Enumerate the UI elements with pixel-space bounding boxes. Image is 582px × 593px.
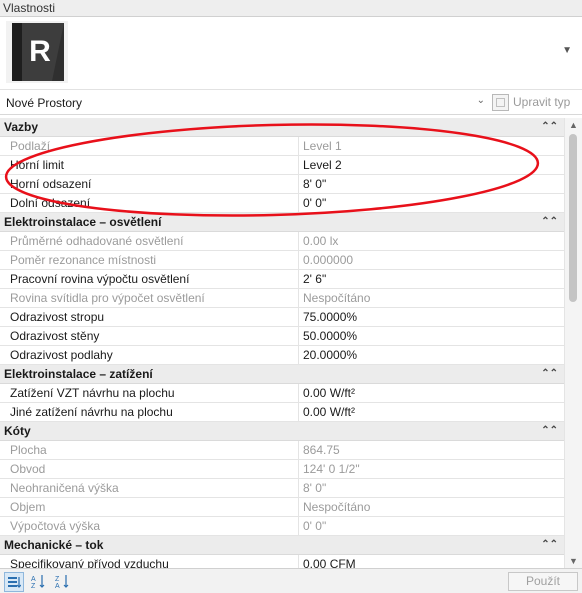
property-value: Level 1 <box>303 139 342 153</box>
property-value: 8' 0" <box>303 481 327 495</box>
type-preview-dropdown-icon[interactable]: ▼ <box>562 45 572 56</box>
property-name: Podlaží <box>0 137 299 155</box>
scroll-thumb[interactable] <box>569 134 577 302</box>
revit-logo-letter: R <box>29 35 51 68</box>
svg-text:A: A <box>55 583 60 588</box>
property-name: Průměrné odhadované osvětlení <box>0 232 299 250</box>
property-name: Plocha <box>0 441 299 459</box>
collapse-chevron-icon[interactable]: ⌃⌃ <box>541 422 558 440</box>
property-value: 124' 0 1/2" <box>303 462 360 476</box>
group-title: Vazby <box>4 120 39 134</box>
property-row[interactable]: Neohraničená výška 8' 0" <box>0 479 564 498</box>
property-value[interactable]: 8' 0" <box>299 175 326 193</box>
edit-type-label: Upravit typ <box>513 95 571 109</box>
property-row[interactable]: Obvod 124' 0 1/2" <box>0 460 564 479</box>
property-value[interactable]: Level 2 <box>299 156 342 174</box>
panel-title-bar: Vlastnosti <box>0 0 582 17</box>
property-row[interactable]: Odrazivost stropu 75.0000% <box>0 308 564 327</box>
svg-text:Z: Z <box>55 576 60 583</box>
group-title: Mechanické – tok <box>4 538 104 552</box>
property-row[interactable]: Rovina svítidla pro výpočet osvětlení Nes… <box>0 289 564 308</box>
type-selector-dropdown[interactable]: Nové Prostory ⌄ <box>2 91 488 114</box>
property-row[interactable]: Výpočtová výška 0' 0" <box>0 517 564 536</box>
property-name: Odrazivost podlahy <box>0 346 299 364</box>
property-row[interactable]: Jiné zatížení návrhu na plochu 0.00 W/ft² <box>0 403 564 422</box>
property-name: Obvod <box>0 460 299 478</box>
svg-text:A: A <box>31 576 36 583</box>
property-row[interactable]: Horní odsazení 8' 0" <box>0 175 564 194</box>
properties-grid: Vazby ⌃⌃ Podlaží Level 1 Horní limit Level 2H… <box>0 118 564 568</box>
property-value: 864.75 <box>303 443 340 457</box>
property-row[interactable]: Objem Nespočítáno <box>0 498 564 517</box>
property-value[interactable]: 0.00 CFM <box>299 555 356 568</box>
property-value[interactable]: 0.00 W/ft² <box>299 403 355 421</box>
edit-type-button[interactable]: Upravit typ <box>492 92 578 112</box>
property-value[interactable]: 75.0000% <box>299 308 357 326</box>
property-row[interactable]: Horní limit Level 2 <box>0 156 564 175</box>
property-value[interactable]: 50.0000% <box>299 327 357 345</box>
property-row[interactable]: Zatížení VZT návrhu na plochu 0.00 W/ft² <box>0 384 564 403</box>
scroll-down-icon[interactable]: ▼ <box>569 556 578 566</box>
collapse-chevron-icon[interactable]: ⌃⌃ <box>541 118 558 136</box>
properties-toolbar: AZ ZA Použít <box>0 568 582 593</box>
property-name: Výpočtová výška <box>0 517 299 535</box>
revit-logo-icon: R <box>6 21 68 83</box>
collapse-chevron-icon[interactable]: ⌃⌃ <box>541 213 558 231</box>
property-name: Odrazivost stěny <box>0 327 299 345</box>
group-header[interactable]: Kóty ⌃⌃ <box>0 422 564 441</box>
collapse-chevron-icon[interactable]: ⌃⌃ <box>541 365 558 383</box>
property-value[interactable]: 0' 0" <box>299 194 326 212</box>
property-name: Jiné zatížení návrhu na plochu <box>0 403 299 421</box>
collapse-chevron-icon[interactable]: ⌃⌃ <box>541 536 558 554</box>
property-name: Neohraničená výška <box>0 479 299 497</box>
group-title: Elektroinstalace – osvětlení <box>4 215 162 229</box>
property-value[interactable]: 0.00 W/ft² <box>299 384 355 402</box>
property-row[interactable]: Odrazivost stěny 50.0000% <box>0 327 564 346</box>
svg-text:Z: Z <box>31 583 36 588</box>
properties-scrollbar[interactable]: ▲ ▼ <box>564 118 582 568</box>
property-row[interactable]: Plocha 864.75 <box>0 441 564 460</box>
property-name: Horní odsazení <box>0 175 299 193</box>
group-title: Kóty <box>4 424 31 438</box>
element-preview-area[interactable]: R ▼ <box>0 17 582 90</box>
property-row[interactable]: Specifikovaný přívod vzduchu 0.00 CFM <box>0 555 564 568</box>
categorized-sort-icon[interactable] <box>4 572 24 592</box>
group-title: Elektroinstalace – zatížení <box>4 367 153 381</box>
edit-type-icon <box>492 93 509 111</box>
apply-button[interactable]: Použít <box>508 572 578 591</box>
property-row[interactable]: Podlaží Level 1 <box>0 137 564 156</box>
property-value: Nespočítáno <box>303 500 371 514</box>
property-name: Specifikovaný přívod vzduchu <box>0 555 299 568</box>
property-name: Dolní odsazení <box>0 194 299 212</box>
chevron-down-icon[interactable]: ⌄ <box>477 95 485 106</box>
property-name: Rovina svítidla pro výpočet osvětlení <box>0 289 299 307</box>
property-value[interactable]: 2' 6" <box>299 270 326 288</box>
property-name: Zatížení VZT návrhu na plochu <box>0 384 299 402</box>
property-value: 0' 0" <box>303 519 327 533</box>
property-value: 0.00 lx <box>303 234 339 248</box>
property-name: Poměr rezonance místnosti <box>0 251 299 269</box>
property-value: 0.000000 <box>303 253 354 267</box>
scroll-up-icon[interactable]: ▲ <box>569 120 578 130</box>
group-header[interactable]: Elektroinstalace – osvětlení ⌃⌃ <box>0 213 564 232</box>
property-row[interactable]: Průměrné odhadované osvětlení 0.00 lx <box>0 232 564 251</box>
property-name: Odrazivost stropu <box>0 308 299 326</box>
property-name: Horní limit <box>0 156 299 174</box>
property-row[interactable]: Pracovní rovina výpočtu osvětlení 2' 6" <box>0 270 564 289</box>
group-header[interactable]: Mechanické – tok ⌃⌃ <box>0 536 564 555</box>
group-header[interactable]: Vazby ⌃⌃ <box>0 118 564 137</box>
sort-ascending-icon[interactable]: AZ <box>30 572 48 590</box>
sort-descending-icon[interactable]: ZA <box>54 572 72 590</box>
type-selector-row: Nové Prostory ⌄ Upravit typ <box>0 90 582 115</box>
property-name: Objem <box>0 498 299 516</box>
property-value[interactable]: 20.0000% <box>299 346 357 364</box>
type-selector-value: Nové Prostory <box>6 95 83 110</box>
property-value: Nespočítáno <box>303 291 371 305</box>
property-row[interactable]: Odrazivost podlahy 20.0000% <box>0 346 564 365</box>
property-row[interactable]: Poměr rezonance místnosti 0.000000 <box>0 251 564 270</box>
property-name: Pracovní rovina výpočtu osvětlení <box>0 270 299 288</box>
group-header[interactable]: Elektroinstalace – zatížení ⌃⌃ <box>0 365 564 384</box>
panel-title: Vlastnosti <box>3 1 56 15</box>
property-row[interactable]: Dolní odsazení 0' 0" <box>0 194 564 213</box>
